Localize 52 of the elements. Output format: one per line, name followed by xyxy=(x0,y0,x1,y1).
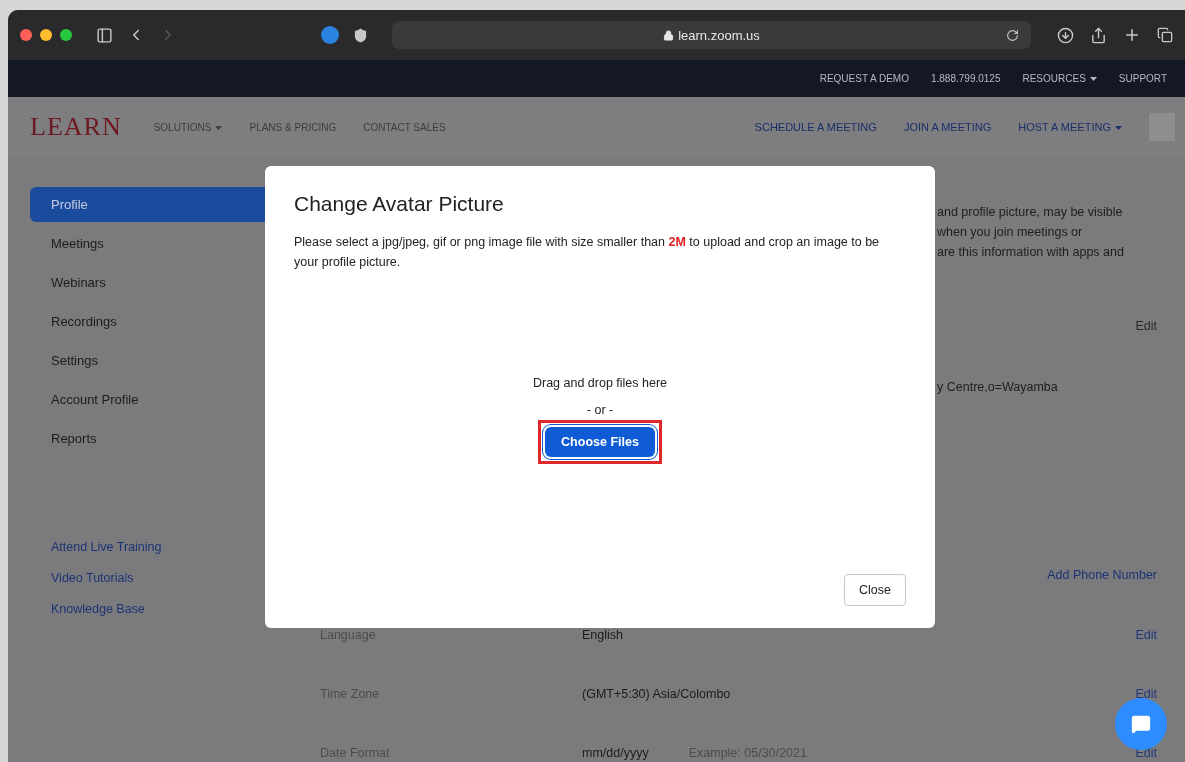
nav-link[interactable]: CONTACT SALES xyxy=(363,121,446,133)
extension-icon[interactable] xyxy=(321,26,339,44)
sidebar-item[interactable]: Profile xyxy=(30,187,265,222)
top-bar-link[interactable]: REQUEST A DEMO xyxy=(819,73,909,84)
address-bar[interactable]: learn.zoom.us xyxy=(392,21,1031,49)
close-window-icon[interactable] xyxy=(20,29,32,41)
separator-text: - or - xyxy=(586,403,614,417)
nav-link[interactable]: SOLUTIONS xyxy=(153,121,223,133)
sidebar-toggle-icon[interactable] xyxy=(96,26,113,44)
dialog-message: Please select a jpg/jpeg, gif or png image file with size smaller than 2M to upload and crop an image to be your profile picture. xyxy=(294,234,881,271)
sidebar-item[interactable]: Recordings xyxy=(30,304,265,339)
top-bar-link[interactable]: 1.888.799.0125 xyxy=(930,73,1001,84)
url-text: learn.zoom.us xyxy=(678,27,760,43)
edit-link[interactable]: Edit xyxy=(1135,319,1157,333)
field-value: (GMT+5:30) Asia/Colombo xyxy=(582,687,731,701)
reload-icon[interactable] xyxy=(1006,28,1019,42)
chat-button[interactable] xyxy=(1115,698,1167,750)
nav-link[interactable]: PLANS & PRICING xyxy=(249,121,337,133)
drop-hint: Drag and drop files here xyxy=(532,376,668,390)
download-icon[interactable] xyxy=(1057,26,1074,44)
sidebar-link[interactable]: Video Tutorials xyxy=(51,571,265,585)
organization-text: y Centre,o=Wayamba xyxy=(937,380,1059,394)
logo[interactable]: LEARN xyxy=(30,112,122,142)
sidebar-item[interactable]: Meetings xyxy=(30,226,265,261)
shield-icon[interactable] xyxy=(353,27,368,43)
minimize-icon[interactable] xyxy=(40,29,52,41)
field-value: mm/dd/yyyy xyxy=(582,746,649,760)
sidebar-item[interactable]: Webinars xyxy=(30,265,265,300)
sidebar-item[interactable]: Account Profile xyxy=(30,382,265,417)
zoom-icon[interactable] xyxy=(60,29,72,41)
privacy-notice: and profile picture, may be visible when you join meetings or are this information with apps and xyxy=(937,204,1125,261)
sidebar-item[interactable]: Settings xyxy=(30,343,265,378)
close-button[interactable]: Close xyxy=(844,574,906,606)
choose-files-button[interactable]: Choose Files xyxy=(545,427,655,457)
new-tab-icon[interactable] xyxy=(1123,26,1141,44)
sidebar-item[interactable]: Reports xyxy=(30,421,265,456)
edit-link[interactable]: Edit xyxy=(1135,628,1157,642)
nav-link[interactable]: JOIN A MEETING xyxy=(903,121,992,133)
chat-icon xyxy=(1131,714,1151,734)
add-phone-link[interactable]: Add Phone Number xyxy=(1047,568,1157,582)
lock-icon xyxy=(663,29,675,41)
sidebar-link[interactable]: Knowledge Base xyxy=(51,602,265,616)
nav-link[interactable]: HOST A MEETING xyxy=(1018,121,1122,133)
dialog-title: Change Avatar Picture xyxy=(294,192,505,216)
sidebar-link[interactable]: Attend Live Training xyxy=(51,540,265,554)
edit-link[interactable]: Edit xyxy=(1135,687,1157,701)
top-bar-link[interactable]: RESOURCES xyxy=(1022,73,1097,84)
tabs-overview-icon[interactable] xyxy=(1157,27,1173,43)
nav-link[interactable]: SCHEDULE A MEETING xyxy=(754,121,877,133)
share-icon[interactable] xyxy=(1090,26,1107,44)
field-value: English xyxy=(582,628,623,642)
top-bar-link[interactable]: SUPPORT xyxy=(1118,73,1167,84)
